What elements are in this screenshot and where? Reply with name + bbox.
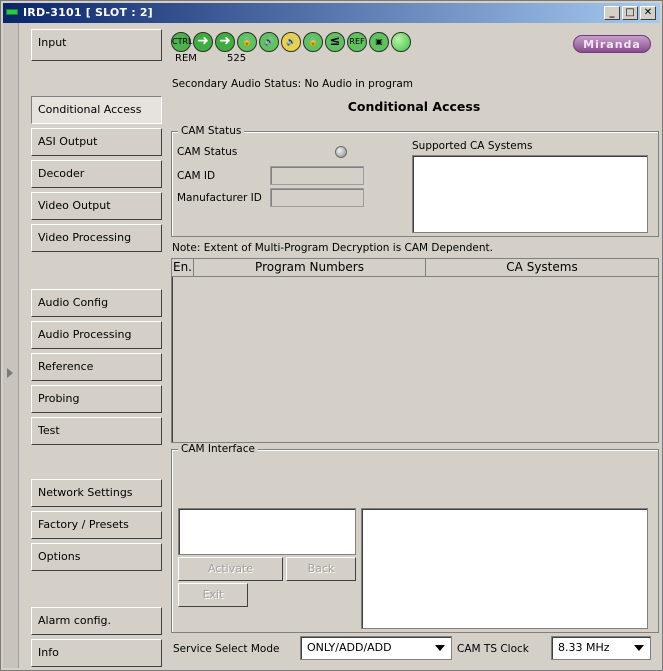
sidebar-item-probing[interactable]: Probing: [31, 385, 162, 413]
arrow-right-icon[interactable]: ➜: [215, 32, 235, 52]
ref-icon-label: REF: [349, 37, 365, 46]
cam-ts-clock-label: CAM TS Clock: [457, 643, 529, 655]
supported-ca-list[interactable]: [412, 155, 648, 233]
sidebar-item-input[interactable]: Input: [31, 29, 162, 61]
sidebar-item-reference[interactable]: Reference: [31, 353, 162, 381]
back-button[interactable]: Back: [286, 557, 356, 581]
cam-menu-list[interactable]: [178, 508, 356, 555]
less-than-icon[interactable]: ≤: [325, 32, 345, 52]
cam-ts-clock-value: 8.33 MHz: [558, 641, 610, 654]
sidebar-item-label: Audio Processing: [38, 328, 132, 341]
minimize-button[interactable]: _: [604, 6, 620, 20]
manufacturer-id-label: Manufacturer ID: [177, 192, 262, 204]
decryption-note: Note: Extent of Multi-Program Decryption…: [172, 242, 493, 254]
sidebar-item-label: Test: [38, 424, 60, 437]
chevron-down-icon: [634, 645, 644, 651]
title-bar[interactable]: IRD-3101 [ SLOT : 2] _ □ ✕: [3, 3, 660, 23]
cam-id-label: CAM ID: [177, 170, 216, 182]
expand-arrow-icon[interactable]: [7, 368, 13, 378]
sidebar-item-label: Reference: [38, 360, 94, 373]
sidebar-item-label: Video Output: [38, 199, 111, 212]
sidebar-item-video-output[interactable]: Video Output: [31, 192, 162, 220]
arrow-right-icon[interactable]: ➜: [193, 32, 213, 52]
sidebar-item-alarm-config[interactable]: Alarm config.: [31, 607, 162, 635]
bottom-bar: Service Select Mode ONLY/ADD/ADD CAM TS …: [169, 635, 659, 665]
speaker-alert-icon[interactable]: 🔊: [281, 32, 301, 52]
maximize-button[interactable]: □: [622, 6, 638, 20]
chevron-down-icon: [435, 645, 445, 651]
sidebar-item-info[interactable]: Info: [31, 639, 162, 667]
cam-interface-group-title: CAM Interface: [178, 443, 258, 455]
sidebar-item-asi-output[interactable]: ASI Output: [31, 128, 162, 156]
brand-logo: Miranda: [573, 35, 651, 53]
sidebar-item-audio-config[interactable]: Audio Config: [31, 289, 162, 317]
rem-label: REM: [175, 53, 197, 64]
status-toolbar: CTRL ➜ ➜ 🔒 🔊 🔊 🔒 ≤ REF ▣ REM 525 Miranda: [169, 29, 659, 65]
status-led-icon[interactable]: [391, 32, 411, 52]
cam-message-area[interactable]: [361, 508, 648, 629]
ctrl-icon[interactable]: CTRL: [171, 32, 193, 52]
cam-interface-group: CAM Interface Activate Back Exit: [171, 443, 659, 633]
cam-ts-clock-dropdown[interactable]: 8.33 MHz: [551, 636, 651, 660]
column-header-ca-systems[interactable]: CA Systems: [426, 259, 658, 277]
cam-status-group-title: CAM Status: [178, 125, 245, 137]
sidebar-item-network-settings[interactable]: Network Settings: [31, 479, 162, 507]
program-table[interactable]: En. Program Numbers CA Systems: [171, 258, 659, 443]
window: IRD-3101 [ SLOT : 2] _ □ ✕ Input Conditi…: [0, 0, 663, 671]
cam-id-field: [270, 166, 364, 185]
sidebar-item-audio-processing[interactable]: Audio Processing: [31, 321, 162, 349]
main-panel: CTRL ➜ ➜ 🔒 🔊 🔊 🔒 ≤ REF ▣ REM 525 Miranda…: [169, 29, 659, 669]
column-header-program-numbers[interactable]: Program Numbers: [194, 259, 426, 277]
activate-button[interactable]: Activate: [178, 557, 283, 581]
exit-button[interactable]: Exit: [178, 583, 248, 607]
sidebar-item-decoder[interactable]: Decoder: [31, 160, 162, 188]
speaker-icon[interactable]: 🔊: [259, 32, 279, 52]
sidebar-item-label: Conditional Access: [38, 103, 142, 116]
secondary-audio-status: Secondary Audio Status: No Audio in prog…: [172, 78, 413, 90]
ref-icon[interactable]: REF: [347, 32, 367, 52]
ctrl-icon-label: CTRL: [172, 37, 193, 46]
monitor-icon[interactable]: ▣: [369, 32, 389, 52]
sidebar-item-label: Network Settings: [38, 486, 133, 499]
sidebar-item-label: Audio Config: [38, 296, 109, 309]
sidebar-item-label: Decoder: [38, 167, 85, 180]
app-icon: [6, 9, 18, 15]
close-button[interactable]: ✕: [640, 6, 656, 20]
sidebar-item-label: Info: [38, 646, 59, 659]
page-title: Conditional Access: [347, 99, 481, 114]
cam-status-led-icon: [335, 146, 347, 158]
sidebar-item-label: ASI Output: [38, 135, 98, 148]
lock-audio-icon[interactable]: 🔒: [303, 32, 323, 52]
sidebar-item-options[interactable]: Options: [31, 543, 162, 571]
collapse-gutter[interactable]: [3, 23, 19, 668]
supported-ca-label: Supported CA Systems: [412, 140, 533, 152]
sidebar-item-label: Video Processing: [38, 231, 132, 244]
manufacturer-id-field: [270, 188, 364, 207]
sidebar-item-label: Factory / Presets: [38, 518, 129, 531]
cam-status-group: CAM Status CAM Status CAM ID Manufacture…: [171, 125, 659, 237]
service-select-value: ONLY/ADD/ADD: [307, 641, 392, 654]
sidebar-item-test[interactable]: Test: [31, 417, 162, 445]
service-select-label: Service Select Mode: [173, 643, 280, 655]
sidebar-item-factory-presets[interactable]: Factory / Presets: [31, 511, 162, 539]
format-label: 525: [227, 53, 247, 64]
sidebar-item-video-processing[interactable]: Video Processing: [31, 224, 162, 252]
sidebar-item-label: Probing: [38, 392, 80, 405]
sidebar-item-label: Input: [38, 36, 67, 49]
window-title: IRD-3101 [ SLOT : 2]: [23, 6, 153, 19]
column-header-enable[interactable]: En.: [172, 259, 194, 277]
service-select-dropdown[interactable]: ONLY/ADD/ADD: [300, 636, 452, 660]
sidebar-item-label: Alarm config.: [38, 614, 112, 627]
sidebar-item-label: Options: [38, 550, 81, 563]
lock-icon[interactable]: 🔒: [237, 32, 257, 52]
sidebar-item-conditional-access[interactable]: Conditional Access: [31, 96, 162, 124]
cam-status-label: CAM Status: [177, 146, 238, 158]
